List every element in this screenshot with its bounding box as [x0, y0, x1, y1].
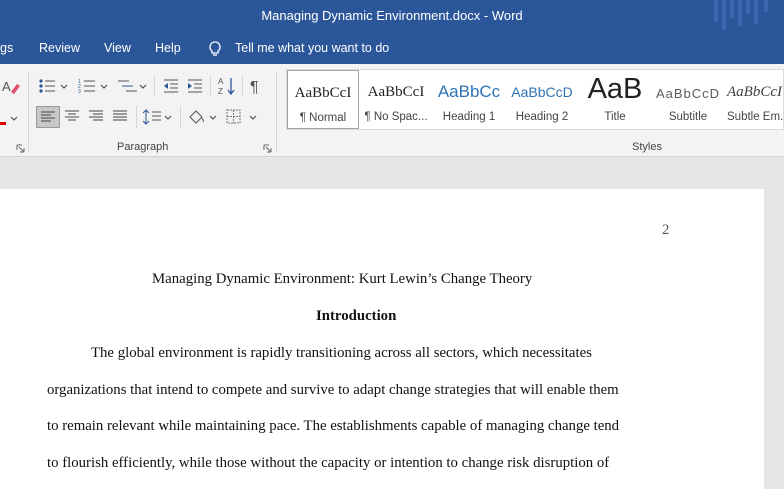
align-left-button[interactable]	[36, 106, 60, 128]
increase-indent-icon[interactable]	[187, 78, 203, 94]
svg-text:Z: Z	[218, 87, 223, 96]
separator	[28, 72, 29, 152]
style-subtle-emphasis[interactable]: AaBbCcI Subtle Em...	[725, 70, 784, 129]
style-label: Subtle Em...	[727, 111, 784, 123]
ribbon-tab-bar: gs Review View Help Tell me what you wan…	[0, 34, 784, 64]
style-preview: AaBbCcI	[367, 84, 425, 100]
style-normal[interactable]: AaBbCcI ¶ Normal	[287, 70, 359, 129]
paragraph-group-label: Paragraph	[117, 141, 169, 153]
style-label: Heading 1	[442, 111, 496, 123]
section-heading: Introduction	[316, 308, 397, 324]
tab-view[interactable]: View	[104, 41, 131, 55]
style-heading-1[interactable]: AaBbCc Heading 1	[433, 70, 505, 129]
style-label: Subtitle	[668, 111, 708, 123]
document-area-background	[0, 158, 784, 188]
svg-text:¶: ¶	[250, 79, 259, 94]
style-label: ¶ No Spac...	[364, 111, 428, 123]
style-preview: AaBbCcD	[655, 86, 721, 101]
document-page[interactable]: 2 Managing Dynamic Environment: Kurt Lew…	[0, 189, 764, 489]
align-left-icon	[41, 111, 55, 122]
dialog-launcher-icon[interactable]	[263, 144, 272, 153]
svg-text:A: A	[2, 79, 11, 94]
style-label: ¶ Normal	[299, 112, 347, 124]
bullets-icon[interactable]	[38, 78, 70, 94]
align-center-icon[interactable]	[64, 110, 80, 124]
title-bar: Managing Dynamic Environment.docx - Word	[0, 0, 784, 34]
style-preview: AaB	[587, 73, 643, 105]
style-preview: AaBbCcD	[511, 84, 573, 100]
title-bar-pattern-icon	[714, 0, 768, 30]
style-label: Heading 2	[515, 111, 569, 123]
style-title[interactable]: AaB Title	[579, 70, 651, 129]
document-title: Managing Dynamic Environment: Kurt Lewin…	[152, 271, 533, 287]
tab-review[interactable]: Review	[39, 41, 80, 55]
body-line: organizations that intend to compete and…	[47, 382, 619, 398]
style-subtitle[interactable]: AaBbCcD Subtitle	[652, 70, 724, 129]
multilevel-list-icon[interactable]	[117, 78, 149, 94]
decrease-indent-icon[interactable]	[163, 78, 179, 94]
page-number: 2	[662, 222, 670, 238]
style-preview: AaBbCc	[437, 82, 501, 101]
svg-text:3: 3	[78, 89, 81, 94]
show-formatting-marks-icon[interactable]: ¶	[250, 78, 264, 94]
font-color-icon[interactable]	[0, 112, 20, 126]
separator	[136, 106, 137, 128]
tell-me-search[interactable]: Tell me what you want to do	[235, 41, 389, 55]
sort-icon[interactable]: A Z	[218, 76, 236, 96]
separator	[276, 72, 277, 152]
separator	[180, 106, 181, 128]
body-line: to flourish efficiently, while those wit…	[47, 455, 610, 471]
vertical-scrollbar[interactable]	[764, 189, 784, 478]
styles-gallery: AaBbCcI ¶ Normal AaBbCcI ¶ No Spac... Aa…	[286, 69, 784, 130]
justify-icon[interactable]	[112, 110, 128, 124]
tab-design-partial[interactable]: gs	[0, 41, 13, 55]
dialog-launcher-icon[interactable]	[16, 144, 25, 153]
tab-help[interactable]: Help	[155, 41, 181, 55]
numbering-icon[interactable]: 1 2 3	[78, 78, 110, 94]
clear-formatting-icon[interactable]: A	[2, 78, 20, 96]
style-label: Title	[604, 111, 626, 123]
style-no-spacing[interactable]: AaBbCcI ¶ No Spac...	[360, 70, 432, 129]
window-title: Managing Dynamic Environment.docx - Word	[261, 8, 523, 23]
styles-group-label: Styles	[632, 141, 662, 153]
lightbulb-icon	[209, 41, 221, 56]
body-line: The global environment is rapidly transi…	[91, 345, 592, 361]
shading-icon[interactable]	[187, 108, 219, 126]
borders-icon[interactable]	[226, 108, 260, 126]
style-preview: AaBbCcI	[294, 85, 352, 101]
align-right-icon[interactable]	[88, 110, 104, 124]
separator	[210, 76, 211, 96]
style-heading-2[interactable]: AaBbCcD Heading 2	[506, 70, 578, 129]
style-preview: AaBbCcI	[727, 84, 782, 100]
separator	[242, 76, 243, 96]
line-spacing-icon[interactable]	[142, 108, 174, 126]
ribbon: A 1 2 3 A Z ¶ Paragraph AaBbCcI ¶ Normal…	[0, 64, 784, 157]
separator	[154, 76, 155, 96]
svg-text:A: A	[218, 77, 224, 86]
body-line: to remain relevant while maintaining pac…	[47, 418, 620, 434]
